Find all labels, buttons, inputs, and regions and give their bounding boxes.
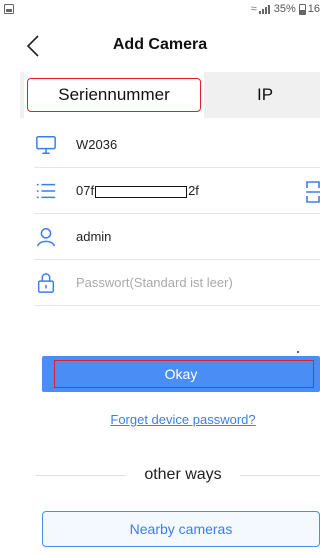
- serial-prefix: 07f: [76, 183, 95, 198]
- okay-button[interactable]: Okay: [42, 356, 320, 392]
- wifi-icon: ≈: [250, 3, 257, 15]
- user-icon: [34, 225, 58, 249]
- device-name-field[interactable]: W2036: [76, 137, 117, 152]
- redacted-box: [95, 185, 188, 198]
- highlight-outline: [27, 78, 201, 112]
- battery-percent: 35%: [273, 3, 296, 15]
- clock: 16: [307, 3, 320, 15]
- username-field[interactable]: admin: [76, 229, 111, 244]
- nearby-label: Nearby cameras: [129, 521, 233, 537]
- stray-dot: [297, 351, 299, 353]
- monitor-icon: [34, 133, 58, 157]
- tab-ip[interactable]: IP: [210, 72, 320, 118]
- nearby-cameras-button[interactable]: Nearby cameras: [42, 511, 320, 547]
- tab-serial-number[interactable]: Seriennummer: [24, 72, 204, 118]
- page-title: Add Camera: [112, 36, 208, 53]
- forgot-password-link[interactable]: Forget device password?: [0, 412, 320, 427]
- battery-icon: [298, 3, 306, 15]
- serial-row[interactable]: 07f 2f: [34, 168, 320, 214]
- status-bar: ≈ 35% 16: [0, 0, 320, 22]
- divider-line: [36, 475, 126, 476]
- status-right: ≈ 35% 16: [251, 3, 320, 15]
- other-ways-divider: other ways: [36, 464, 320, 486]
- serial-suffix: 2f: [188, 183, 199, 198]
- signal-icon: [258, 4, 270, 14]
- lock-icon: [34, 271, 58, 295]
- serial-field[interactable]: 07f 2f: [76, 183, 199, 198]
- device-name-row[interactable]: W2036: [34, 122, 320, 168]
- qr-scan-icon[interactable]: [306, 180, 320, 204]
- mode-tabs: Seriennummer IP: [20, 72, 320, 118]
- tab-ip-label: IP: [256, 85, 274, 104]
- divider-line: [240, 475, 320, 476]
- title-bar: Add Camera: [0, 22, 320, 70]
- password-field[interactable]: Passwort(Standard ist leer): [76, 275, 233, 290]
- highlight-outline: [54, 360, 314, 388]
- list-icon: [34, 179, 58, 203]
- password-row[interactable]: Passwort(Standard ist leer): [34, 260, 320, 306]
- other-ways-label: other ways: [144, 466, 222, 483]
- notification-icon: [4, 4, 14, 14]
- username-row[interactable]: admin: [34, 214, 320, 260]
